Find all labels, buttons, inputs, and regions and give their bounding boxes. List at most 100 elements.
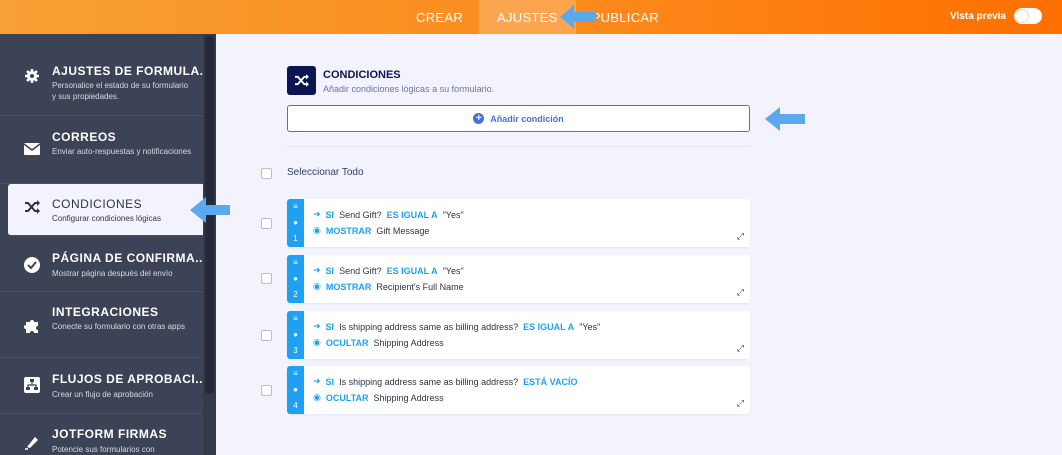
annotation-arrow-icon xyxy=(765,107,805,131)
expand-icon[interactable]: ⤢ xyxy=(737,343,744,354)
sidebar-item-description: Crear un flujo de aprobación xyxy=(52,390,153,399)
condition-handle[interactable]: ≡ ● 1 xyxy=(287,199,304,247)
pen-icon xyxy=(22,434,42,455)
sidebar-item-description: Enviar auto-respuestas y notificaciones xyxy=(52,147,192,156)
sidebar: AJUSTES DE FORMULA... Personalice el est… xyxy=(0,34,216,455)
condition-action-line: ◉ OCULTAR Shipping Address xyxy=(313,392,444,403)
condition-number: 1 xyxy=(293,234,298,243)
condition-target: Gift Message xyxy=(376,225,430,236)
top-nav: CREAR AJUSTES PUBLICAR xyxy=(400,0,675,34)
annotation-arrow-icon xyxy=(190,197,230,223)
condition-card[interactable]: ≡ ● 3 ➜ SI Is shipping address same as b… xyxy=(287,311,750,359)
condition-action: OCULTAR xyxy=(325,337,369,348)
condition-target: Recipient's Full Name xyxy=(376,281,464,292)
preview-toggle[interactable] xyxy=(1014,8,1042,24)
condition-if-line: ➜ SI Is shipping address same as billing… xyxy=(313,321,600,332)
condition-action-line: ◉ MOSTRAR Recipient's Full Name xyxy=(313,281,464,292)
condition-field: Is shipping address same as billing addr… xyxy=(339,376,519,387)
arrow-right-icon: ➜ xyxy=(313,209,321,219)
plus-icon: + xyxy=(473,113,485,124)
eye-icon: ◉ xyxy=(313,392,321,402)
sidebar-scrollbar[interactable] xyxy=(203,34,216,455)
condition-checkbox[interactable] xyxy=(261,385,272,396)
sidebar-item-label: JOTFORM FIRMAS xyxy=(52,427,167,441)
select-all-label: Seleccionar Todo xyxy=(287,167,364,178)
condition-number: 4 xyxy=(293,401,298,410)
page-title: CONDICIONES xyxy=(323,69,401,81)
condition-if-line: ➜ SI Is shipping address same as billing… xyxy=(313,376,578,387)
condition-operator: ES IGUAL A xyxy=(386,209,438,220)
gear-icon xyxy=(22,68,42,89)
eye-icon: ● xyxy=(293,218,298,227)
add-condition-button[interactable]: + Añadir condición xyxy=(287,105,750,132)
expand-icon[interactable]: ⤢ xyxy=(737,398,744,409)
condition-if: SI xyxy=(325,376,335,387)
condition-target: Shipping Address xyxy=(373,392,444,403)
puzzle-icon xyxy=(22,318,42,339)
sidebar-item-description: Mostrar página después del envío xyxy=(52,269,173,278)
arrow-right-icon: ➜ xyxy=(313,376,321,386)
sidebar-item-confirmation-page[interactable]: PÁGINA DE CONFIRMA... Mostrar página des… xyxy=(0,236,206,292)
condition-if: SI xyxy=(325,265,335,276)
shuffle-icon xyxy=(22,200,42,219)
sidebar-item-approval-flows[interactable]: FLUJOS DE APROBACI... Crear un flujo de … xyxy=(0,358,206,414)
sidebar-item-label: PÁGINA DE CONFIRMA... xyxy=(52,251,207,265)
sidebar-item-emails[interactable]: CORREOS Enviar auto-respuestas y notific… xyxy=(0,116,203,184)
top-bar: CREAR AJUSTES PUBLICAR Vista previa xyxy=(0,0,1062,34)
eye-icon: ● xyxy=(293,330,298,339)
condition-card[interactable]: ≡ ● 4 ➜ SI Is shipping address same as b… xyxy=(287,366,750,414)
eye-icon: ● xyxy=(293,274,298,283)
expand-icon[interactable]: ⤢ xyxy=(737,287,744,298)
sidebar-item-description: Personalice el estado de su formulario y… xyxy=(52,81,189,101)
condition-card[interactable]: ≡ ● 2 ➜ SI Send Gift? ES IGUAL A "Yes" ◉… xyxy=(287,255,750,303)
expand-icon[interactable]: ⤢ xyxy=(737,231,744,242)
drag-handle-icon: ≡ xyxy=(293,258,298,267)
eye-icon: ◉ xyxy=(313,281,321,291)
preview-toggle-group: Vista previa xyxy=(950,8,1042,24)
sidebar-item-label: CONDICIONES xyxy=(52,197,143,211)
condition-card[interactable]: ≡ ● 1 ➜ SI Send Gift? ES IGUAL A "Yes" ◉… xyxy=(287,199,750,247)
condition-handle[interactable]: ≡ ● 2 xyxy=(287,255,304,303)
divider xyxy=(287,146,750,147)
condition-action: OCULTAR xyxy=(325,392,369,403)
condition-field: Send Gift? xyxy=(339,209,382,220)
condition-field: Is shipping address same as billing addr… xyxy=(339,321,519,332)
condition-operator: ES IGUAL A xyxy=(523,321,575,332)
preview-label: Vista previa xyxy=(950,10,1006,22)
add-condition-label: Añadir condición xyxy=(490,113,564,124)
sidebar-item-description: Configurar condiciones lógicas xyxy=(52,214,161,223)
sidebar-item-label: FLUJOS DE APROBACI... xyxy=(52,372,207,386)
condition-field: Send Gift? xyxy=(339,265,382,276)
sidebar-item-description: Potencie sus formularios con xyxy=(52,445,155,454)
condition-handle[interactable]: ≡ ● 3 xyxy=(287,311,304,359)
sidebar-item-integrations[interactable]: INTEGRACIONES Conecte su formulario con … xyxy=(0,292,203,358)
annotation-arrow-icon xyxy=(560,5,596,29)
condition-operator: ES IGUAL A xyxy=(386,265,438,276)
condition-operator: ESTÁ VACÍO xyxy=(523,376,578,387)
condition-action-line: ◉ OCULTAR Shipping Address xyxy=(313,337,444,348)
tab-crear[interactable]: CREAR xyxy=(400,0,479,34)
condition-action: MOSTRAR xyxy=(325,225,372,236)
sidebar-item-form-settings[interactable]: AJUSTES DE FORMULA... Personalice el est… xyxy=(0,34,211,116)
condition-action: MOSTRAR xyxy=(325,281,372,292)
sidebar-item-signatures[interactable]: JOTFORM FIRMAS Potencie sus formularios … xyxy=(0,414,203,455)
condition-if-line: ➜ SI Send Gift? ES IGUAL A "Yes" xyxy=(313,265,464,276)
condition-if-line: ➜ SI Send Gift? ES IGUAL A "Yes" xyxy=(313,209,464,220)
drag-handle-icon: ≡ xyxy=(293,202,298,211)
select-all-checkbox[interactable] xyxy=(261,168,272,179)
condition-if: SI xyxy=(325,209,335,220)
condition-number: 3 xyxy=(293,346,298,355)
check-circle-icon xyxy=(22,257,42,278)
sidebar-item-conditions[interactable]: CONDICIONES Configurar condiciones lógic… xyxy=(8,184,203,236)
shuffle-icon xyxy=(287,66,316,95)
condition-checkbox[interactable] xyxy=(261,218,272,229)
envelope-icon xyxy=(22,142,42,160)
sidebar-item-label: CORREOS xyxy=(52,130,117,144)
page-subtitle: Añadir condiciones lógicas a su formular… xyxy=(323,84,495,94)
condition-handle[interactable]: ≡ ● 4 xyxy=(287,366,304,414)
arrow-right-icon: ➜ xyxy=(313,265,321,275)
condition-checkbox[interactable] xyxy=(261,330,272,341)
condition-checkbox[interactable] xyxy=(261,273,272,284)
sidebar-item-label: INTEGRACIONES xyxy=(52,305,159,319)
drag-handle-icon: ≡ xyxy=(293,314,298,323)
